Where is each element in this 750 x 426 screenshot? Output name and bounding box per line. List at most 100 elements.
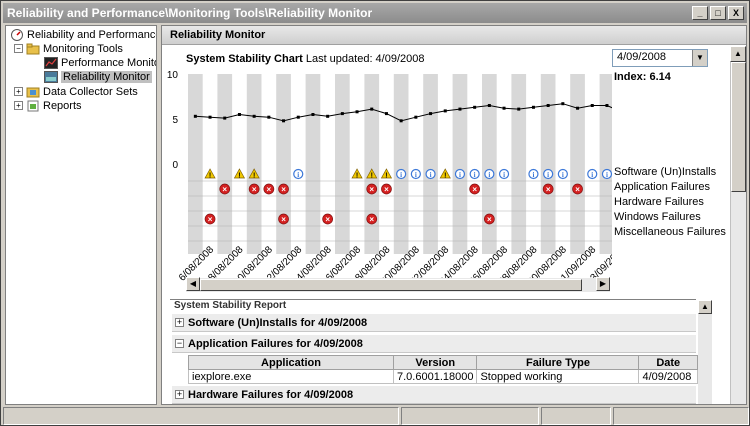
warning-icon-glyph: ! [209,173,211,180]
tree-item-monitoring-tools[interactable]: Monitoring Tools [26,42,123,56]
column-stripe [452,74,468,254]
stability-point [473,105,477,109]
report-vertical-scrollbar[interactable]: ▲ [698,300,712,404]
error-icon-glyph: × [575,185,580,194]
stability-point [193,114,197,118]
row-label-misc: Miscellaneous Failures [614,226,726,238]
stability-point [399,119,403,123]
stability-point [605,104,609,107]
stability-point [208,115,212,119]
stability-point [429,112,433,116]
column-stripe [305,74,321,254]
chart-horizontal-scrollbar[interactable]: ◀ ▶ [186,277,610,292]
info-icon-glyph: i [503,171,505,179]
scroll-left-button[interactable]: ◀ [186,277,200,291]
expand-icon[interactable]: + [14,87,23,96]
tree-label: Data Collector Sets [43,86,138,98]
error-icon-glyph: × [384,185,389,194]
close-button[interactable]: X [728,6,744,20]
scroll-thumb[interactable] [200,279,582,291]
row-label-hardware: Hardware Failures [614,196,704,208]
chevron-down-icon[interactable]: ▼ [692,50,707,66]
stability-point [517,107,521,111]
info-icon-glyph: i [547,171,549,179]
error-icon-glyph: × [546,185,551,194]
row-label-software: Software (Un)Installs [614,166,717,178]
column-stripe [246,74,262,254]
tree-label: Reports [43,100,82,112]
row-label-windows: Windows Failures [614,211,701,223]
error-icon-glyph: × [222,185,227,194]
stability-point [443,109,447,113]
error-icon-glyph: × [472,185,477,194]
software-section-header[interactable]: + Software (Un)Installs for 4/09/2008 [172,314,696,332]
report-title: System Stability Report [174,300,287,311]
stability-point [561,102,565,106]
title-bar[interactable]: Reliability and Performance\Monitoring T… [3,3,747,23]
stability-point [487,104,491,107]
tree-item-reports[interactable]: Reports [26,99,82,113]
error-icon-glyph: × [369,215,374,224]
hardware-section-header[interactable]: + Hardware Failures for 4/09/2008 [172,386,696,404]
info-icon-glyph: i [400,171,402,179]
gauge-icon [10,29,24,41]
info-icon-glyph: i [459,171,461,179]
scroll-up-button[interactable]: ▲ [730,46,746,62]
tree-item-reliability-monitor[interactable]: Reliability Monitor [44,70,152,84]
stability-point [223,116,227,120]
info-icon-glyph: i [532,171,534,179]
collapse-icon[interactable]: − [14,44,23,53]
stability-point [340,112,344,116]
info-icon-glyph: i [415,171,417,179]
panel-vertical-scrollbar[interactable]: ▲ [730,46,746,404]
expand-icon[interactable]: + [14,101,23,110]
warning-icon-glyph: ! [371,173,373,180]
column-stripe [570,74,585,254]
data-collector-icon [26,86,40,98]
stability-point [311,113,315,116]
info-icon-glyph: i [488,171,490,179]
stability-point [576,106,580,110]
column-header[interactable]: Version [392,355,478,370]
tree-item-performance-monitor[interactable]: Performance Monitor [44,56,157,70]
tree-label: Reliability Monitor [61,71,152,83]
status-pane [401,407,539,425]
column-stripe [393,74,409,254]
expand-icon[interactable]: + [175,318,184,327]
column-stripe [423,74,438,254]
stability-point [267,115,271,119]
tree-item-data-collector-sets[interactable]: Data Collector Sets [26,85,138,99]
stability-report: System Stability Report + Software (Un)I… [170,299,698,404]
tree-label: Performance Monitor [61,57,157,69]
status-bar [3,407,749,425]
warning-icon-glyph: ! [356,173,358,180]
warning-icon-glyph: ! [444,173,446,180]
tree-label: Monitoring Tools [43,43,123,55]
stability-chart[interactable]: 1050!!!!!!!iiiiiiiiiiiiiii××××××××××××××… [162,46,612,281]
column-header[interactable]: Application [188,355,394,370]
column-stripe [511,74,527,254]
column-header[interactable]: Date [638,355,698,370]
collapse-icon[interactable]: − [175,339,184,348]
stability-point [282,119,286,123]
reliability-chart-icon [44,71,58,83]
tree-label: Reliability and Performance [27,29,157,41]
minimize-button[interactable]: _ [692,6,708,20]
warning-icon-glyph: ! [238,173,240,180]
scroll-up-button[interactable]: ▲ [698,300,712,314]
scroll-right-button[interactable]: ▶ [596,277,610,291]
date-select[interactable]: 4/09/2008 ▼ [612,49,708,67]
expand-icon[interactable]: + [175,390,184,399]
tree-item-root[interactable]: Reliability and Performance [10,28,157,42]
stability-point [414,115,418,119]
info-icon-glyph: i [297,171,299,179]
cell-version: 7.0.6001.18000 [392,369,478,384]
column-header[interactable]: Failure Type [476,355,640,370]
app-failures-section-header[interactable]: − Application Failures for 4/09/2008 [172,335,696,353]
stability-point [458,107,462,111]
maximize-button[interactable]: □ [710,6,726,20]
table-row[interactable]: iexplore.exe 7.0.6001.18000 Stopped work… [188,369,698,384]
performance-chart-icon [44,57,58,69]
scroll-thumb[interactable] [731,62,746,192]
stability-point [590,104,594,107]
